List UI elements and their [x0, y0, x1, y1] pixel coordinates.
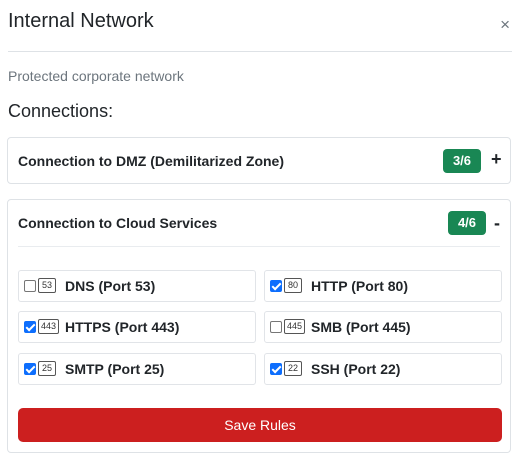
port-number-icon: 80 [284, 278, 302, 293]
modal-title: Internal Network [8, 10, 154, 32]
port-label: SMTP (Port 25) [65, 361, 165, 377]
checkbox-checked[interactable] [24, 321, 36, 333]
port-label: HTTPS (Port 443) [65, 319, 180, 335]
panel-title-dmz[interactable]: Connection to DMZ (Demilitarized Zone) [18, 153, 284, 169]
status-badge-cloud: 4/6 [448, 211, 486, 235]
checkbox-checked[interactable] [24, 363, 36, 375]
network-description: Protected corporate network [8, 68, 184, 84]
port-label: HTTP (Port 80) [311, 278, 408, 294]
checkbox[interactable] [270, 321, 282, 333]
expand-toggle-dmz[interactable]: + [491, 150, 502, 168]
port-option-dns[interactable]: 53 DNS (Port 53) [18, 270, 256, 302]
connections-heading: Connections: [8, 101, 114, 121]
port-number-icon: 22 [284, 361, 302, 376]
port-option-http[interactable]: 80 HTTP (Port 80) [264, 270, 502, 302]
port-number-icon: 53 [38, 278, 56, 293]
modal-header: Internal Network × [8, 10, 512, 52]
save-rules-button[interactable]: Save Rules [18, 408, 502, 442]
port-label: SMB (Port 445) [311, 319, 411, 335]
panel-title-cloud[interactable]: Connection to Cloud Services [18, 215, 217, 231]
status-badge-dmz: 3/6 [443, 149, 481, 173]
port-label: SSH (Port 22) [311, 361, 401, 377]
divider [18, 246, 500, 247]
port-option-smtp[interactable]: 25 SMTP (Port 25) [18, 353, 256, 385]
connection-panel-dmz: Connection to DMZ (Demilitarized Zone) 3… [7, 137, 511, 184]
port-option-ssh[interactable]: 22 SSH (Port 22) [264, 353, 502, 385]
checkbox-checked[interactable] [270, 363, 282, 375]
close-icon[interactable]: × [500, 16, 510, 33]
port-option-https[interactable]: 443 HTTPS (Port 443) [18, 311, 256, 343]
connection-panel-cloud: Connection to Cloud Services 4/6 - 53 DN… [7, 199, 511, 453]
collapse-toggle-cloud[interactable]: - [494, 214, 500, 232]
port-number-icon: 25 [38, 361, 56, 376]
port-number-icon: 443 [38, 319, 60, 334]
port-number-icon: 445 [284, 319, 306, 334]
checkbox-checked[interactable] [270, 280, 282, 292]
port-option-smb[interactable]: 445 SMB (Port 445) [264, 311, 502, 343]
checkbox[interactable] [24, 280, 36, 292]
port-label: DNS (Port 53) [65, 278, 156, 294]
